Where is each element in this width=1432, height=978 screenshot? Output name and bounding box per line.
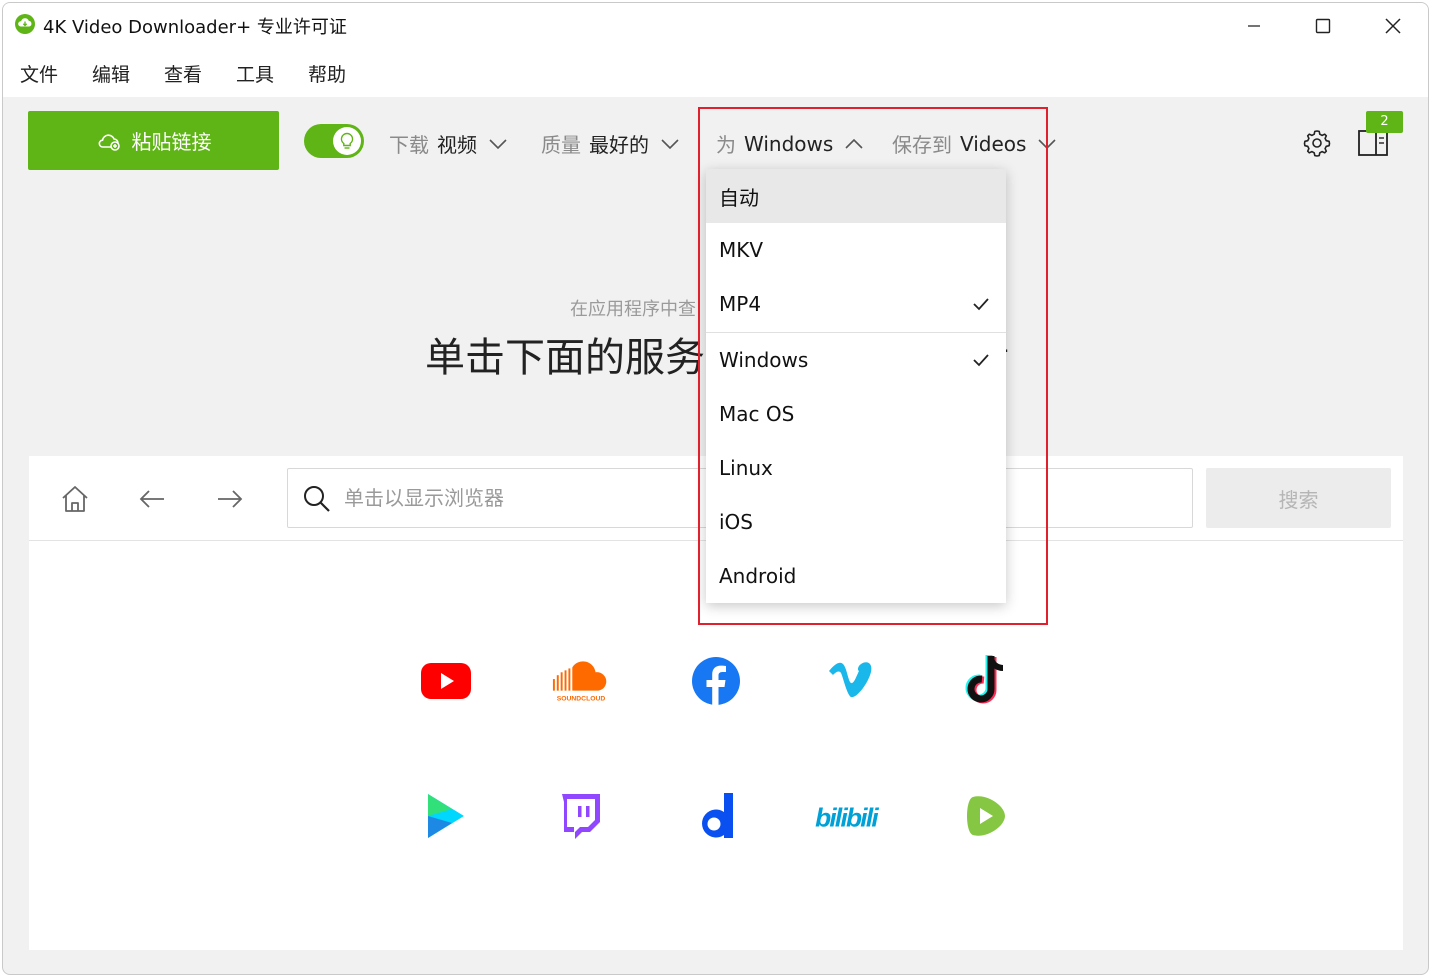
dropdown-item-windows[interactable]: Windows [706,333,1006,387]
forward-arrow-icon[interactable] [214,483,246,515]
dropdown-item-mp4[interactable]: MP4 [706,277,1006,331]
menu-tools[interactable]: 工具 [236,60,274,87]
settings-gear-icon[interactable] [1302,128,1332,158]
chevron-down-icon [489,138,507,149]
minimize-icon [1248,25,1260,27]
dropdown-item-label: iOS [719,510,753,534]
downloads-count-badge: 2 [1366,111,1403,133]
maximize-button[interactable] [1300,7,1346,45]
link-cloud-icon [98,133,120,151]
soundcloud-icon[interactable]: SOUNDCLOUD [551,651,611,711]
toggle-knob [333,127,361,155]
soundcloud-wordmark: SOUNDCLOUD [557,695,606,702]
dropdown-item-auto[interactable]: 自动 [706,169,1006,223]
paste-link-button[interactable]: 粘贴链接 [28,111,279,170]
dropdown-item-label: MP4 [719,292,762,316]
maximize-icon [1315,18,1331,34]
download-type-label: 下载 [389,133,429,157]
dropdown-item-label: Mac OS [719,402,795,426]
dailymotion-icon[interactable] [686,786,746,846]
smart-mode-toggle[interactable] [304,124,364,158]
dropdown-item-label: Windows [719,348,809,372]
menu-edit[interactable]: 编辑 [92,60,130,87]
quality-selector[interactable]: 质量 最好的 [541,129,679,158]
dropdown-item-mkv[interactable]: MKV [706,223,1006,277]
paste-link-label: 粘贴链接 [131,130,212,154]
format-for-label: 为 [716,133,736,157]
dropdown-item-label: 自动 [719,185,759,210]
twitch-icon[interactable] [551,786,611,846]
hint-title: 单击下面的服务 [425,335,705,381]
checkmark-icon [973,298,989,311]
download-type-value: 视频 [437,133,477,157]
back-arrow-icon[interactable] [136,483,168,515]
menu-help[interactable]: 帮助 [308,60,346,87]
dropdown-item-label: MKV [719,238,764,262]
format-for-selector[interactable]: 为 Windows [716,129,863,158]
chevron-down-icon [1038,138,1057,149]
menu-view[interactable]: 查看 [164,60,202,87]
google-play-icon[interactable] [416,786,476,846]
quality-value: 最好的 [589,133,649,157]
dropdown-item-label: Linux [719,456,773,480]
dropdown-item-label: Android [719,564,797,588]
close-button[interactable] [1370,7,1416,45]
rumble-icon[interactable] [956,786,1016,846]
window-title: 4K Video Downloader+ 专业许可证 [43,17,347,38]
bilibili-icon[interactable]: bilibili [815,786,881,846]
dropdown-item-linux[interactable]: Linux [706,441,1006,495]
minimize-button[interactable] [1231,7,1277,45]
format-dropdown-menu: 自动 MKV MP4 Windows Mac OS Linux iOS Andr… [706,169,1006,603]
vimeo-icon[interactable] [821,651,881,711]
lightbulb-icon [340,132,354,149]
menu-bar: 文件 编辑 查看 工具 帮助 [3,47,1428,97]
tiktok-icon[interactable] [956,651,1016,711]
hint-subtitle: 在应用程序中查 [570,299,696,320]
quality-label: 质量 [541,133,581,157]
search-button[interactable]: 搜索 [1206,468,1391,528]
bilibili-wordmark: bilibili [815,803,879,833]
dropdown-item-ios[interactable]: iOS [706,495,1006,549]
search-icon [304,486,330,512]
chevron-down-icon [661,138,679,149]
menu-file[interactable]: 文件 [20,60,58,87]
dropdown-item-android[interactable]: Android [706,549,1006,603]
save-to-selector[interactable]: 保存到 Videos [892,129,1057,158]
app-window: 4K Video Downloader+ 专业许可证 文件 编辑 查看 工具 帮… [2,2,1429,975]
home-icon[interactable] [59,483,91,515]
title-bar: 4K Video Downloader+ 专业许可证 [3,3,1428,47]
dropdown-item-macos[interactable]: Mac OS [706,387,1006,441]
format-for-value: Windows [744,131,834,156]
save-to-value: Videos [960,131,1027,156]
chevron-up-icon [845,138,863,149]
youtube-icon[interactable] [416,651,476,711]
app-logo-icon [15,14,35,34]
download-type-selector[interactable]: 下载 视频 [389,129,507,158]
checkmark-icon [973,354,989,367]
downloads-panel-icon[interactable] [1357,129,1389,157]
facebook-icon[interactable] [686,651,746,711]
save-to-label: 保存到 [892,133,952,157]
close-icon [1385,18,1401,34]
